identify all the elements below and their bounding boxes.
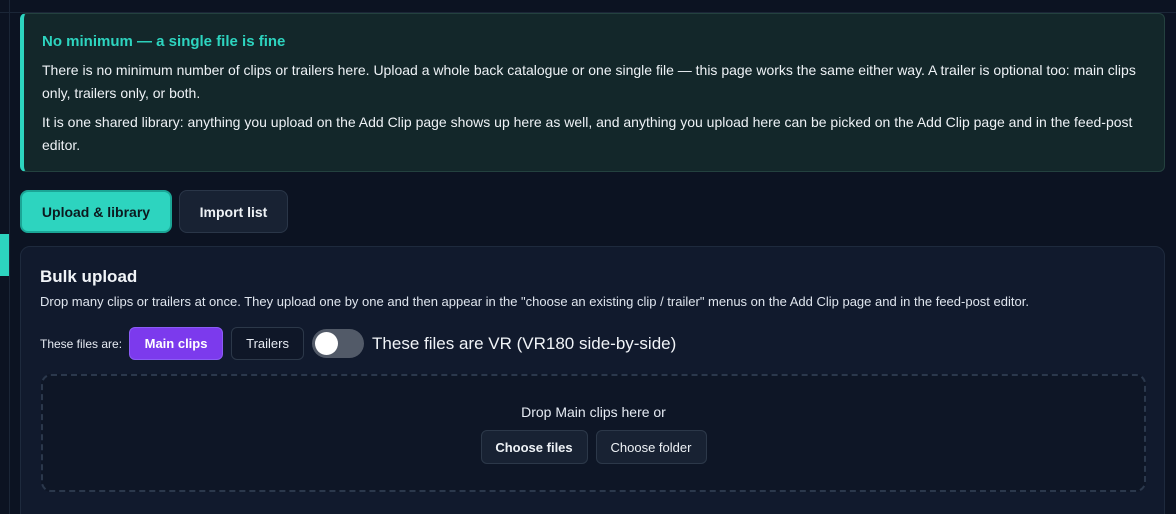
tab-import-list[interactable]: Import list — [179, 190, 288, 233]
trailers-button[interactable]: Trailers — [231, 327, 305, 360]
tab-upload-library[interactable]: Upload & library — [20, 190, 172, 233]
left-rail-active-indicator — [0, 234, 9, 276]
dropzone-buttons: Choose files Choose folder — [43, 430, 1144, 464]
bulk-upload-title: Bulk upload — [40, 267, 138, 286]
choose-folder-button[interactable]: Choose folder — [595, 430, 707, 464]
notice-paragraph-1: There is no minimum number of clips or t… — [42, 62, 1136, 101]
choose-files-button[interactable]: Choose files — [480, 430, 588, 464]
info-notice: No minimum — a single file is fine There… — [20, 13, 1165, 172]
file-type-label: These files are: — [40, 336, 123, 351]
vr-toggle-label: These files are VR (VR180 side-by-side) — [372, 333, 677, 353]
notice-paragraph-2: It is one shared library: anything you u… — [42, 114, 1133, 153]
vr-toggle-knob — [315, 332, 339, 355]
vr-toggle[interactable] — [312, 329, 365, 358]
bulk-upload-description: Drop many clips or trailers at once. The… — [40, 294, 1029, 309]
main-clips-button[interactable]: Main clips — [129, 327, 224, 360]
file-dropzone[interactable]: Drop Main clips here or Choose files Cho… — [41, 374, 1146, 492]
page: No minimum — a single file is fine There… — [0, 0, 1176, 514]
left-rail — [9, 0, 10, 514]
notice-title: No minimum — a single file is fine — [42, 33, 286, 50]
bulk-upload-card: Bulk upload Drop many clips or trailers … — [20, 246, 1165, 514]
dropzone-text: Drop Main clips here or — [521, 404, 666, 420]
file-type-row: These files are: Main clips Trailers The… — [40, 327, 676, 360]
